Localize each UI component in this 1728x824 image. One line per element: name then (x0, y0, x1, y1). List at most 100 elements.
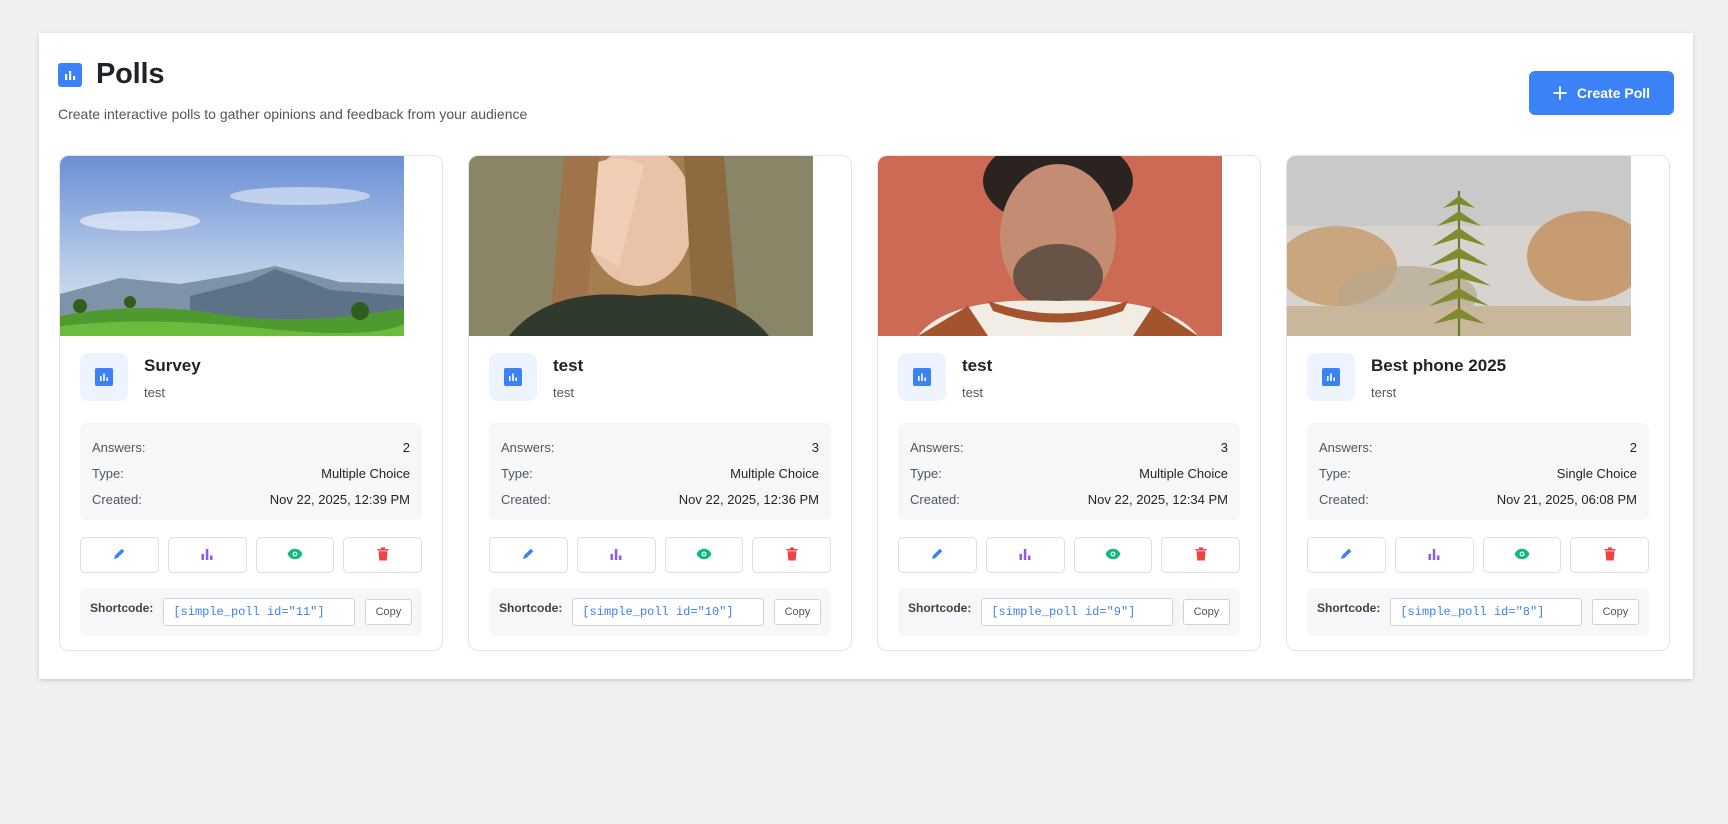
delete-button[interactable] (343, 537, 422, 573)
shortcode-input[interactable] (163, 598, 355, 626)
poll-type-icon (80, 353, 128, 401)
type-label: Type: (92, 465, 124, 481)
poll-card: Survey test Answers: 2 Type: Multiple Ch… (59, 155, 443, 651)
copy-button[interactable]: Copy (773, 599, 821, 625)
poll-image (60, 156, 404, 336)
meta-created: Created: Nov 22, 2025, 12:36 PM (501, 486, 819, 512)
poll-meta: Answers: 2 Type: Single Choice Created: … (1307, 423, 1649, 520)
type-value: Multiple Choice (730, 465, 819, 481)
trash-icon (1604, 546, 1616, 564)
meta-type: Type: Multiple Choice (501, 460, 819, 486)
shortcode-input[interactable] (572, 598, 764, 626)
poll-type-icon (489, 353, 537, 401)
poll-meta: Answers: 3 Type: Multiple Choice Created… (898, 423, 1240, 520)
shortcode-label: Shortcode: (908, 601, 972, 615)
created-label: Created: (1319, 491, 1369, 507)
title-row: Polls (58, 58, 527, 91)
type-value: Multiple Choice (1139, 465, 1228, 481)
create-poll-label: Create Poll (1576, 85, 1651, 101)
created-value: Nov 21, 2025, 06:08 PM (1496, 491, 1637, 507)
created-label: Created: (92, 491, 142, 507)
poll-title: test (962, 356, 993, 375)
page-header: Polls Create interactive polls to gather… (58, 58, 527, 122)
bar-chart-icon (1427, 547, 1441, 564)
poll-actions (80, 537, 422, 573)
created-value: Nov 22, 2025, 12:36 PM (678, 491, 819, 507)
results-button[interactable] (985, 537, 1065, 573)
answers-label: Answers: (1319, 439, 1373, 455)
shortcode-input[interactable] (981, 598, 1173, 626)
pencil-icon (521, 547, 535, 564)
copy-button[interactable]: Copy (1182, 599, 1230, 625)
poll-type-icon (898, 353, 946, 401)
meta-answers: Answers: 2 (1319, 434, 1637, 460)
poll-cards: Survey test Answers: 2 Type: Multiple Ch… (59, 155, 1670, 651)
card-body: test test Answers: 3 Type: Multiple Choi… (898, 353, 1240, 636)
meta-created: Created: Nov 21, 2025, 06:08 PM (1319, 486, 1637, 512)
plus-icon (1553, 86, 1567, 100)
meta-type: Type: Multiple Choice (92, 460, 410, 486)
poll-card: test test Answers: 3 Type: Multiple Choi… (877, 155, 1261, 651)
delete-button[interactable] (752, 537, 831, 573)
delete-button[interactable] (1570, 537, 1649, 573)
shortcode-input[interactable] (1390, 598, 1582, 626)
created-value: Nov 22, 2025, 12:39 PM (269, 491, 410, 507)
pencil-icon (930, 547, 944, 564)
delete-button[interactable] (1161, 537, 1240, 573)
eye-icon (287, 548, 303, 563)
preview-button[interactable] (1073, 537, 1153, 573)
poll-description: test (553, 385, 574, 400)
answers-label: Answers: (92, 439, 146, 455)
answers-label: Answers: (910, 439, 964, 455)
card-header: test test (489, 353, 831, 401)
meta-type: Type: Multiple Choice (910, 460, 1228, 486)
bar-chart-icon (504, 368, 522, 386)
copy-button[interactable]: Copy (1591, 599, 1639, 625)
edit-button[interactable] (1307, 537, 1386, 573)
edit-button[interactable] (489, 537, 568, 573)
bar-chart-icon (95, 368, 113, 386)
preview-button[interactable] (255, 537, 335, 573)
results-button[interactable] (167, 537, 247, 573)
preview-button[interactable] (664, 537, 744, 573)
answers-label: Answers: (501, 439, 555, 455)
created-label: Created: (910, 491, 960, 507)
shortcode-box: Shortcode: Copy (1307, 588, 1649, 636)
shortcode-label: Shortcode: (499, 601, 563, 615)
poll-image (469, 156, 813, 336)
eye-icon (1105, 548, 1121, 563)
created-label: Created: (501, 491, 551, 507)
answers-value: 3 (1220, 439, 1228, 455)
preview-button[interactable] (1482, 537, 1562, 573)
edit-button[interactable] (80, 537, 159, 573)
trash-icon (377, 546, 389, 564)
create-poll-button[interactable]: Create Poll (1529, 71, 1674, 115)
meta-answers: Answers: 2 (92, 434, 410, 460)
card-body: Best phone 2025 terst Answers: 2 Type: S… (1307, 353, 1649, 636)
polls-icon (58, 62, 82, 87)
poll-title: Best phone 2025 (1371, 356, 1507, 375)
card-header: Best phone 2025 terst (1307, 353, 1649, 401)
pencil-icon (1339, 547, 1353, 564)
poll-image (1287, 156, 1631, 336)
polls-page: Polls Create interactive polls to gather… (39, 33, 1693, 679)
meta-created: Created: Nov 22, 2025, 12:34 PM (910, 486, 1228, 512)
shortcode-box: Shortcode: Copy (489, 588, 831, 636)
card-header: Survey test (80, 353, 422, 401)
card-body: test test Answers: 3 Type: Multiple Choi… (489, 353, 831, 636)
type-value: Multiple Choice (321, 465, 410, 481)
copy-button[interactable]: Copy (364, 599, 412, 625)
page-title: Polls (96, 58, 165, 90)
poll-meta: Answers: 3 Type: Multiple Choice Created… (489, 423, 831, 520)
type-label: Type: (1319, 465, 1351, 481)
poll-description: terst (1371, 385, 1397, 400)
results-button[interactable] (576, 537, 656, 573)
poll-actions (898, 537, 1240, 573)
poll-type-icon (1307, 353, 1355, 401)
poll-actions (1307, 537, 1649, 573)
card-body: Survey test Answers: 2 Type: Multiple Ch… (80, 353, 422, 636)
edit-button[interactable] (898, 537, 977, 573)
bar-chart-icon (1322, 368, 1340, 386)
results-button[interactable] (1394, 537, 1474, 573)
type-label: Type: (910, 465, 942, 481)
